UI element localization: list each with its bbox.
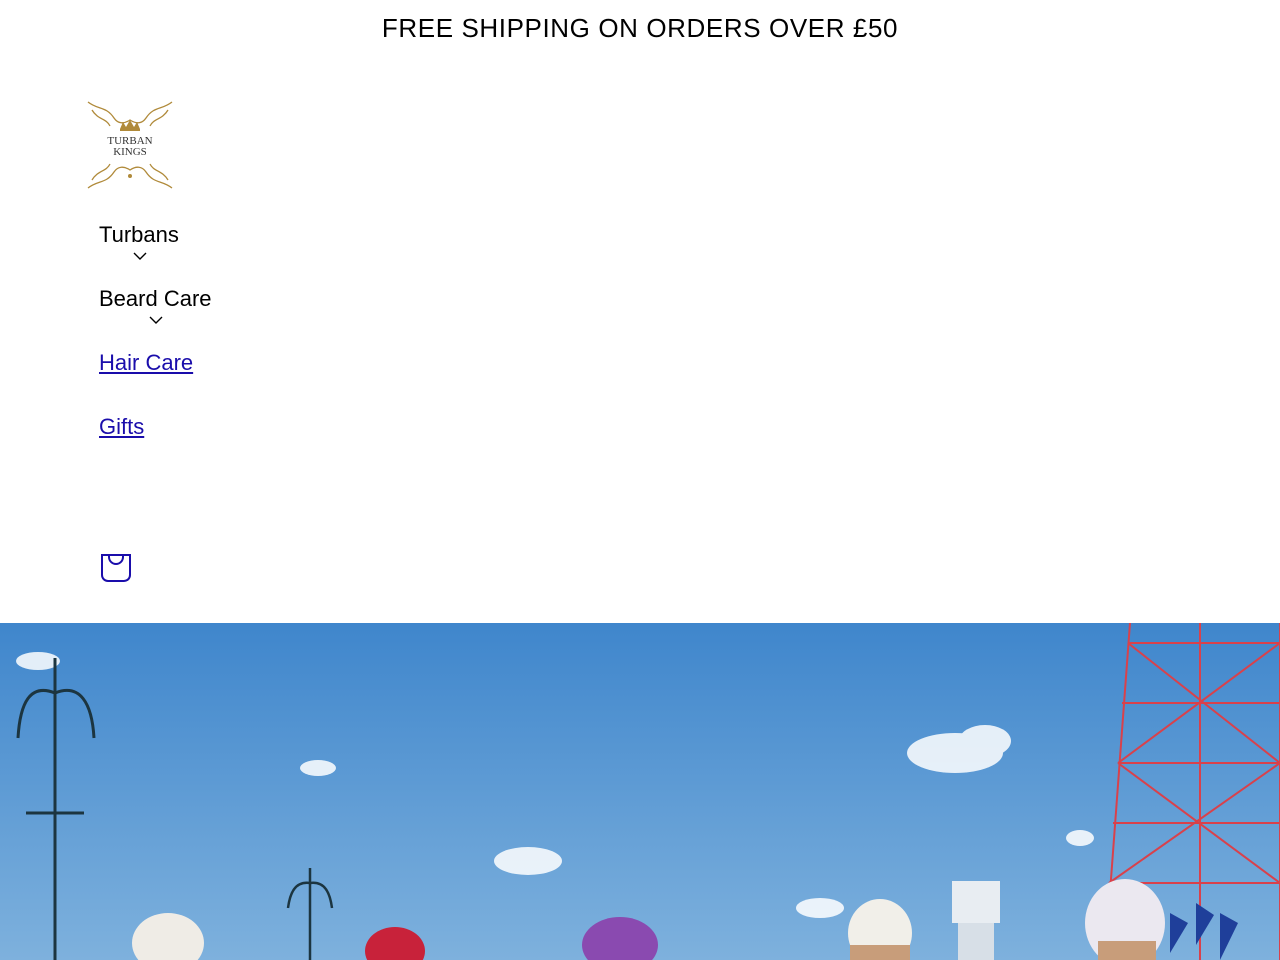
shopping-bag-icon xyxy=(101,554,131,582)
hero-banner xyxy=(0,623,1280,960)
nav-item-turbans[interactable]: Turbans xyxy=(99,222,179,260)
svg-text:KINGS: KINGS xyxy=(113,146,147,158)
chevron-down-icon xyxy=(133,252,147,260)
hero-image xyxy=(0,623,1280,960)
nav-turbans-label: Turbans xyxy=(99,222,179,247)
chevron-down-icon xyxy=(149,316,163,324)
nav-link-gifts[interactable]: Gifts xyxy=(99,414,144,440)
control-tower xyxy=(952,881,1000,960)
nav-item-beard-care[interactable]: Beard Care xyxy=(99,286,212,324)
logo[interactable]: TURBAN KINGS xyxy=(84,96,176,194)
turban-kings-logo: TURBAN KINGS xyxy=(87,101,173,189)
announcement-bar: FREE SHIPPING ON ORDERS OVER £50 xyxy=(0,0,1280,56)
cart-button[interactable] xyxy=(99,551,133,585)
nav-link-hair-care[interactable]: Hair Care xyxy=(99,350,193,376)
announcement-text: FREE SHIPPING ON ORDERS OVER £50 xyxy=(381,12,899,43)
nav-beard-care-label: Beard Care xyxy=(99,286,212,311)
